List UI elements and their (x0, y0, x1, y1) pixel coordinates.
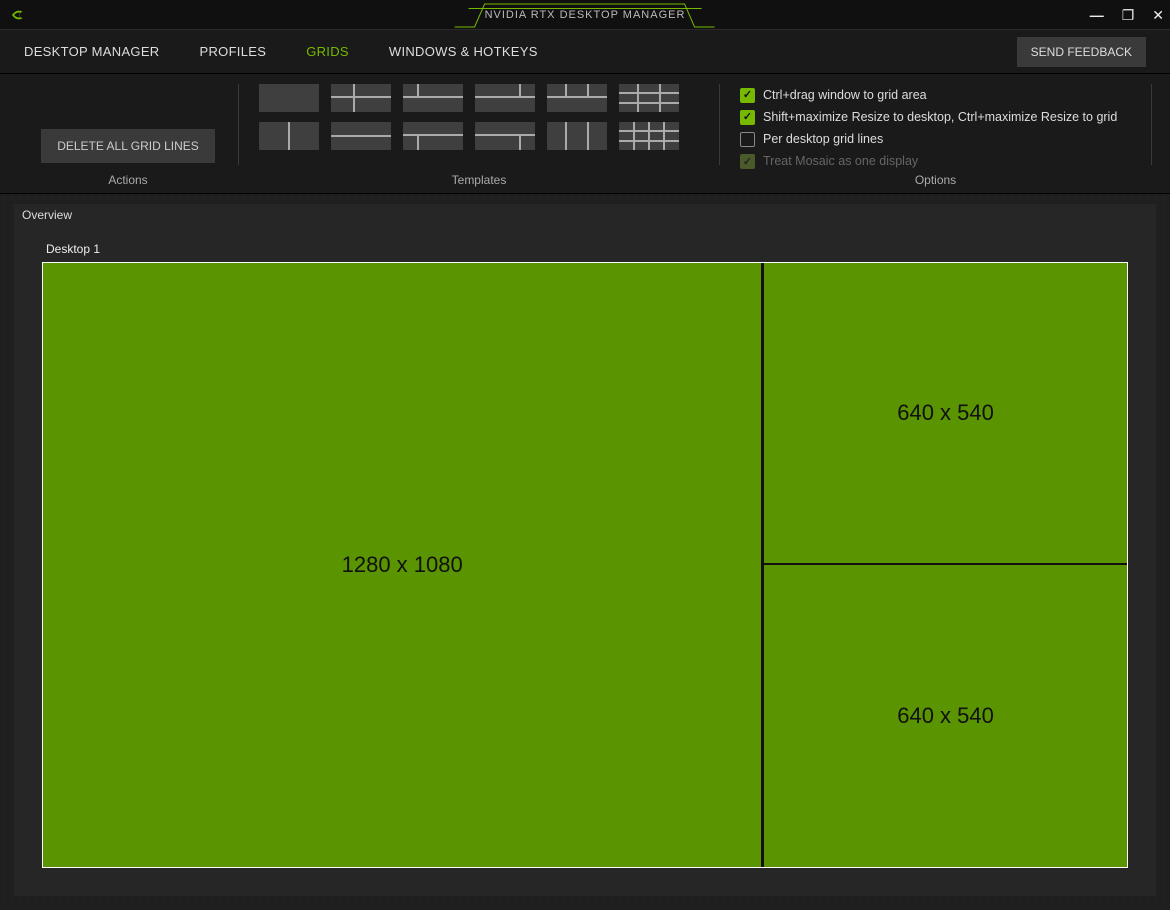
option-per-desktop-label: Per desktop grid lines (763, 132, 883, 146)
template-h-top[interactable] (547, 84, 607, 112)
tab-windows-hotkeys[interactable]: WINDOWS & HOTKEYS (389, 44, 538, 59)
option-ctrl-drag: Ctrl+drag window to grid area (740, 84, 1151, 106)
actions-section: DELETE ALL GRID LINES Actions (18, 74, 238, 193)
close-button[interactable]: ✕ (1152, 7, 1164, 24)
grid-region-bottom-right[interactable]: 640 x 540 (762, 563, 1127, 867)
minimize-button[interactable]: — (1090, 7, 1104, 23)
nvidia-logo-icon (10, 8, 30, 22)
title-container: NVIDIA RTX DESKTOP MANAGER (469, 8, 702, 22)
grid-region-top-right-size: 640 x 540 (897, 400, 994, 426)
template-grid-3x3[interactable] (619, 122, 679, 150)
option-per-desktop-checkbox[interactable] (740, 132, 755, 147)
option-mosaic-checkbox (740, 154, 755, 169)
option-shift-maximize-checkbox[interactable] (740, 110, 755, 125)
templates-section: Templates (239, 74, 719, 193)
main-area: Overview Desktop 1 1280 x 1080 640 x 540… (0, 194, 1170, 910)
template-blank[interactable] (259, 84, 319, 112)
template-vline[interactable] (259, 122, 319, 150)
option-shift-maximize: Shift+maximize Resize to desktop, Ctrl+m… (740, 106, 1151, 128)
grid-region-left[interactable]: 1280 x 1080 (43, 263, 763, 867)
tab-bar: DESKTOP MANAGER PROFILES GRIDS WINDOWS &… (0, 30, 1170, 74)
overview-label: Overview (14, 204, 1156, 226)
separator (1151, 84, 1152, 165)
delete-all-grid-lines-button[interactable]: DELETE ALL GRID LINES (41, 129, 215, 163)
app-title: NVIDIA RTX DESKTOP MANAGER (469, 8, 702, 22)
send-feedback-button[interactable]: SEND FEEDBACK (1017, 37, 1146, 67)
template-hline[interactable] (331, 122, 391, 150)
grid-region-bottom-right-size: 640 x 540 (897, 703, 994, 729)
template-l-bottom-left[interactable] (403, 122, 463, 150)
template-3col[interactable] (547, 122, 607, 150)
tab-desktop-manager[interactable]: DESKTOP MANAGER (24, 44, 160, 59)
actions-label: Actions (18, 173, 238, 187)
toolbar: DELETE ALL GRID LINES Actions (0, 74, 1170, 194)
template-l-bottom-right[interactable] (475, 122, 535, 150)
tab-profiles[interactable]: PROFILES (200, 44, 267, 59)
option-ctrl-drag-label: Ctrl+drag window to grid area (763, 88, 927, 102)
option-ctrl-drag-checkbox[interactable] (740, 88, 755, 103)
template-t-left[interactable] (403, 84, 463, 112)
templates-label: Templates (239, 173, 719, 187)
option-mosaic: Treat Mosaic as one display (740, 150, 1151, 172)
template-t-right[interactable] (475, 84, 535, 112)
template-cross[interactable] (331, 84, 391, 112)
options-section: Ctrl+drag window to grid area Shift+maxi… (720, 74, 1151, 193)
tab-grids[interactable]: GRIDS (306, 44, 349, 59)
desktop-label: Desktop 1 (42, 238, 1128, 262)
template-3col-hline[interactable] (619, 84, 679, 112)
desktop-canvas[interactable]: 1280 x 1080 640 x 540 640 x 540 (42, 262, 1128, 868)
maximize-button[interactable]: ❐ (1122, 7, 1135, 24)
overview-body: Desktop 1 1280 x 1080 640 x 540 640 x 54… (14, 226, 1156, 896)
app-window: NVIDIA RTX DESKTOP MANAGER — ❐ ✕ DESKTOP… (0, 0, 1170, 910)
options-label: Options (720, 173, 1151, 187)
option-per-desktop: Per desktop grid lines (740, 128, 1151, 150)
grid-region-top-right[interactable]: 640 x 540 (762, 263, 1127, 565)
grid-region-left-size: 1280 x 1080 (342, 552, 463, 578)
option-shift-maximize-label: Shift+maximize Resize to desktop, Ctrl+m… (763, 110, 1117, 124)
option-mosaic-label: Treat Mosaic as one display (763, 154, 918, 168)
title-bar: NVIDIA RTX DESKTOP MANAGER — ❐ ✕ (0, 0, 1170, 30)
